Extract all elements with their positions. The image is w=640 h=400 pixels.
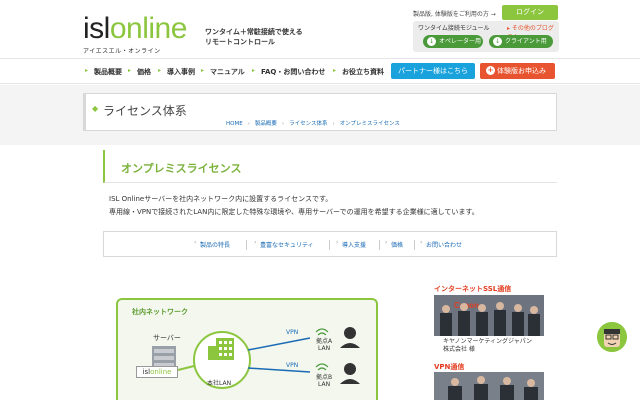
subnav-divider: [329, 240, 330, 250]
server-label: サーバー: [153, 334, 181, 342]
tagline: ワンタイム＋常駐接続で使える リモートコントロール: [205, 28, 303, 46]
chevron-right-icon: ›: [332, 121, 335, 127]
nav-item-price[interactable]: 価格: [128, 67, 151, 77]
subnav-divider: [414, 240, 415, 250]
onetime-module-panel: ワンタイム接続モジュール ▸ その他のプログラム ↓ オペレーター用 ↓ クライ…: [413, 21, 559, 52]
client-download-button[interactable]: ↓ クライアント用: [489, 35, 553, 48]
module-title: ワンタイム接続モジュール: [418, 25, 490, 32]
main-nav: 製品概要 価格 導入事例 マニュアル FAQ・お問い合わせ お役立ち資料 パート…: [0, 58, 640, 84]
login-button[interactable]: ログイン: [502, 5, 558, 20]
subnav-divider: [246, 240, 247, 250]
section-header: オンプレミスライセンス: [103, 150, 557, 183]
download-icon: ↓: [427, 37, 436, 46]
vpn-label-a: VPN: [286, 329, 299, 336]
case-photo-graphic: Canon: [434, 295, 544, 336]
nav-item-resources[interactable]: お役立ち資料: [333, 67, 384, 77]
vpn-link-b: [247, 367, 311, 373]
breadcrumb-home[interactable]: HOME: [226, 121, 243, 127]
section-title: オンプレミスライセンス: [121, 162, 242, 175]
nav-item-manual[interactable]: マニュアル: [201, 67, 245, 77]
subnav-support[interactable]: 導入支援: [336, 239, 366, 249]
chevron-right-icon: ›: [281, 121, 285, 127]
breadcrumb: HOME › 製品概要 › ライセンス体系 › オンプレミスライセンス: [226, 119, 400, 127]
logo[interactable]: islonline アイエスエル・オンライン: [83, 12, 199, 56]
nav-item-product-overview[interactable]: 製品概要: [85, 67, 122, 77]
server-link: [177, 365, 195, 371]
subnav-contact[interactable]: お問い合わせ: [420, 239, 462, 249]
subnav-price[interactable]: 価格: [385, 239, 403, 249]
title-band: ◆ ライセンス体系 HOME › 製品概要 › ライセンス体系 › オンプレミスライセンス: [0, 85, 640, 145]
case-caption[interactable]: キヤノンマーケティングジャパン 株式会社 様: [443, 338, 532, 354]
isl-online-badge: islonline: [136, 366, 178, 378]
chevron-right-icon: ›: [247, 121, 250, 127]
breadcrumb-current[interactable]: オンプレミスライセンス: [340, 119, 400, 127]
avatar-face-icon: [597, 322, 627, 352]
partner-button[interactable]: パートナー様はこちら: [391, 63, 475, 79]
operator-download-button[interactable]: ↓ オペレーター用: [423, 35, 483, 48]
case-photo-graphic: [434, 372, 544, 400]
page-title-box: ◆ ライセンス体系 HOME › 製品概要 › ライセンス体系 › オンプレミスライセンス: [83, 93, 557, 131]
breadcrumb-license[interactable]: ライセンス体系: [289, 119, 327, 127]
nav-item-faq-contact[interactable]: FAQ・お問い合わせ: [252, 67, 325, 77]
user-icon: [340, 327, 360, 384]
logo-wordmark: islonline: [83, 12, 187, 45]
nav-item-case-studies[interactable]: 導入事例: [158, 67, 195, 77]
plus-icon: +: [486, 66, 495, 75]
chat-assistant-avatar[interactable]: [597, 322, 627, 352]
logo-subtitle: アイエスエル・オンライン: [83, 48, 161, 55]
diagram-graphics: [152, 327, 360, 389]
network-diagram: 社内ネットワーク サーバー islonline 本社LAN VPN VPN 拠点…: [116, 298, 378, 400]
trial-signup-button[interactable]: + 体験版お申込み: [480, 63, 555, 79]
subnav-features[interactable]: 製品の特長: [194, 239, 230, 249]
trial-user-link[interactable]: 製品版, 体験版をご利用の方 →: [413, 9, 496, 18]
case-photo-canon[interactable]: Canon: [434, 295, 544, 336]
breadcrumb-product-overview[interactable]: 製品概要: [255, 119, 277, 127]
case-photo-vpn[interactable]: [434, 372, 544, 400]
bullet-icon: ◆: [92, 104, 99, 113]
base-a-label: 拠点A LAN: [316, 338, 333, 352]
hq-lan-label: 本社LAN: [207, 380, 232, 387]
section-description: ISL Onlineサーバーを社内ネットワーク内に設置するライセンスです。 専用…: [109, 195, 479, 216]
subnav-security[interactable]: 豊富なセキュリティ: [254, 239, 314, 249]
base-b-label: 拠点B LAN: [316, 374, 333, 388]
section-subnav: 製品の特長 豊富なセキュリティ 導入支援 価格 お問い合わせ: [103, 231, 557, 257]
vpn-link-a: [247, 337, 311, 351]
download-icon: ↓: [493, 37, 502, 46]
vpn-case-heading[interactable]: VPN通信: [434, 362, 464, 372]
page-title: ライセンス体系: [103, 104, 187, 118]
vpn-label-b: VPN: [286, 362, 299, 369]
subnav-divider: [379, 240, 380, 250]
ssl-case-heading[interactable]: インターネットSSL通信: [434, 284, 511, 294]
